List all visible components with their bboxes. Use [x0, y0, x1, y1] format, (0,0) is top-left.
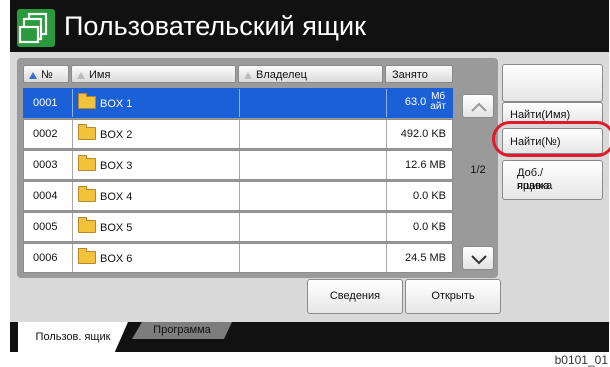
sort-ascending-icon — [29, 72, 37, 79]
folder-icon — [78, 217, 96, 233]
column-label-no: № — [41, 69, 53, 81]
row-name: BOX 4 — [78, 186, 132, 203]
row-size: 63.0 Мб айт — [404, 91, 446, 112]
table-row[interactable]: 0004 BOX 4 0.0 KB — [23, 181, 453, 211]
open-button[interactable]: Открыть — [405, 279, 501, 314]
highlight-ring — [492, 121, 610, 157]
page-title: Пользовательский ящик — [64, 11, 366, 41]
table-row[interactable]: 0001 BOX 1 63.0 Мб айт — [23, 88, 453, 118]
folder-icon — [78, 124, 96, 140]
sort-icon — [77, 72, 85, 79]
row-name: BOX 5 — [78, 217, 132, 234]
figure-caption: b0101_01 — [554, 353, 608, 367]
tab-bar: Пользов. ящик Программа — [10, 322, 609, 352]
screen: Пользовательский ящик № Имя Владелец Зан… — [10, 0, 610, 352]
table-row[interactable]: 0006 BOX 6 24.5 MB — [23, 243, 453, 273]
table-row[interactable]: 0002 BOX 2 492.0 KB — [23, 119, 453, 149]
column-label-used: Занято — [392, 69, 428, 81]
row-size: 12.6 MB — [405, 159, 446, 171]
tab-user-box[interactable]: Пользов. ящик — [18, 322, 128, 352]
row-size: 492.0 KB — [400, 128, 446, 140]
column-label-name: Имя — [89, 69, 111, 81]
row-size: 24.5 MB — [405, 252, 446, 264]
row-name: BOX 3 — [78, 155, 132, 172]
table-row[interactable]: 0005 BOX 5 0.0 KB — [23, 212, 453, 242]
column-label-owner: Владелец — [256, 69, 307, 81]
content-area: № Имя Владелец Занято 0001 BOX 1 63.0 Мб а… — [10, 52, 609, 322]
row-number: 0002 — [33, 128, 58, 140]
row-number: 0005 — [33, 221, 58, 233]
box-list-panel: № Имя Владелец Занято 0001 BOX 1 63.0 Мб а… — [17, 58, 498, 278]
folder-icon — [78, 93, 96, 109]
row-name: BOX 6 — [78, 248, 132, 265]
scroll-up-button[interactable] — [462, 94, 494, 118]
box-list: 0001 BOX 1 63.0 Мб айт 0002 BOX 2 492.0 KB — [23, 88, 453, 274]
add-edit-box-button[interactable]: Доб./правка ящика — [502, 160, 603, 200]
row-number: 0001 — [33, 97, 58, 109]
tab-program[interactable]: Программа — [132, 322, 232, 339]
details-button[interactable]: Сведения — [307, 279, 403, 314]
row-number: 0004 — [33, 190, 58, 202]
user-box-icon — [17, 9, 55, 47]
column-header-no[interactable]: № — [23, 65, 69, 83]
folder-icon — [78, 248, 96, 264]
chevron-up-icon — [471, 102, 487, 112]
folder-icon — [78, 155, 96, 171]
table-row[interactable]: 0003 BOX 3 12.6 MB — [23, 150, 453, 180]
column-header-used: Занято — [385, 65, 453, 83]
folder-icon — [78, 186, 96, 202]
column-header-name[interactable]: Имя — [71, 65, 236, 83]
row-number: 0006 — [33, 252, 58, 264]
scroll-down-button[interactable] — [462, 246, 494, 270]
page-indicator: 1/2 — [470, 164, 486, 176]
blank-side-button[interactable] — [502, 64, 603, 102]
row-name: BOX 1 — [78, 93, 132, 110]
sort-icon — [244, 72, 252, 79]
chevron-down-icon — [471, 255, 487, 265]
row-size: 0.0 KB — [412, 190, 446, 202]
row-name: BOX 2 — [78, 124, 132, 141]
column-header-owner[interactable]: Владелец — [238, 65, 383, 83]
row-size: 0.0 KB — [412, 221, 446, 233]
title-bar: Пользовательский ящик — [10, 0, 609, 52]
row-number: 0003 — [33, 159, 58, 171]
